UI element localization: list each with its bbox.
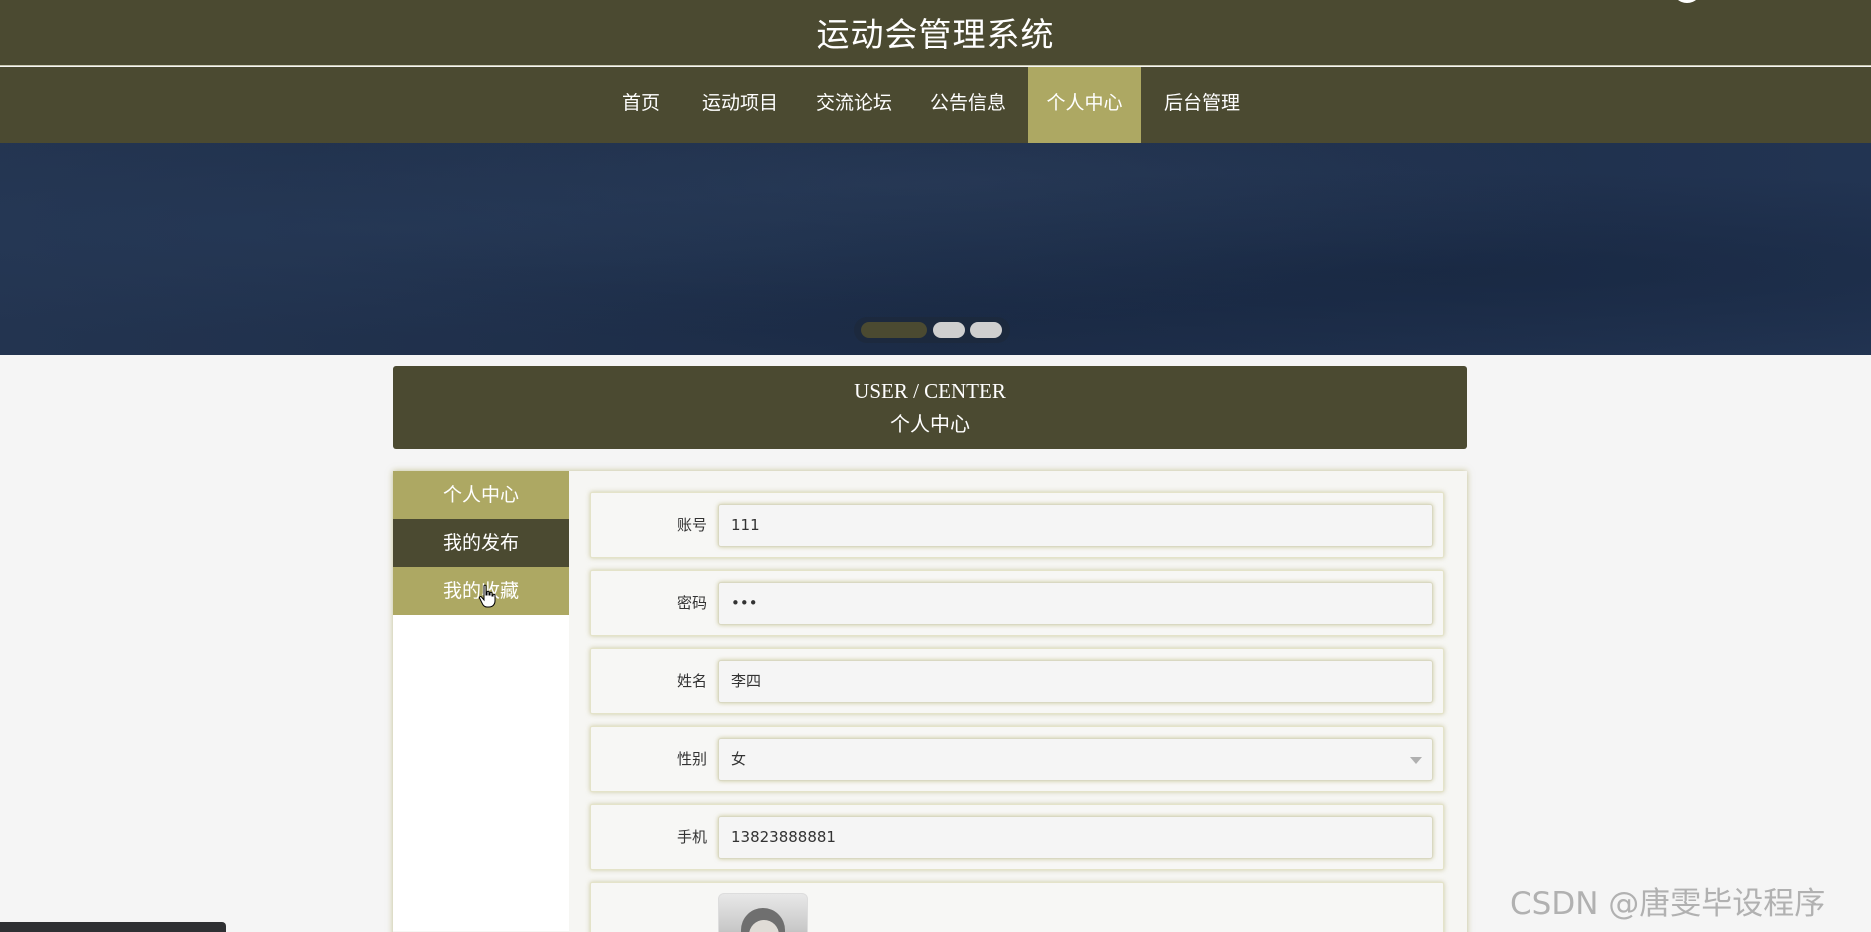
site-header: 运动会管理系统: [0, 0, 1871, 66]
main-nav: 首页 运动项目 交流论坛 公告信息 个人中心 后台管理: [0, 67, 1871, 143]
nav-user-center[interactable]: 个人中心: [1028, 67, 1141, 143]
section-title-box: USER / CENTER 个人中心: [393, 366, 1467, 449]
gender-select-value: 女: [731, 750, 747, 768]
gender-select[interactable]: 女: [718, 738, 1433, 781]
phone-label: 手机: [676, 828, 707, 846]
form-row-phone: 手机 13823888881: [590, 804, 1444, 870]
form-row-name: 姓名 李四: [590, 648, 1444, 714]
section-title-cn: 个人中心: [890, 412, 970, 436]
name-field[interactable]: 李四: [718, 660, 1433, 703]
photo-upload[interactable]: [718, 893, 808, 932]
form-row-password: 密码 •••: [590, 570, 1444, 636]
user-avatar-icon[interactable]: [1672, 0, 1702, 3]
nav-sports-events[interactable]: 运动项目: [697, 67, 783, 143]
nav-admin[interactable]: 后台管理: [1155, 67, 1249, 143]
hand-cursor-icon: [478, 584, 496, 608]
watermark: CSDN @唐雯毕设程序: [1510, 886, 1826, 922]
browser-status-bar: [0, 922, 226, 932]
password-field[interactable]: •••: [718, 582, 1433, 625]
account-label: 账号: [676, 516, 707, 534]
form-row-gender: 性别 女: [590, 726, 1444, 792]
site-title: 运动会管理系统: [816, 15, 1055, 54]
sidebar-item-user-center[interactable]: 个人中心: [393, 471, 569, 519]
sidebar-item-my-posts[interactable]: 我的发布: [393, 519, 569, 567]
carousel-indicators: [854, 317, 1010, 343]
carousel-dot-1[interactable]: [861, 322, 927, 338]
password-label: 密码: [676, 594, 707, 612]
name-label: 姓名: [676, 672, 707, 690]
form-row-photo: [590, 882, 1444, 932]
user-sidebar: 个人中心 我的发布 我的收藏: [393, 471, 569, 931]
phone-field[interactable]: 13823888881: [718, 816, 1433, 859]
nav-home[interactable]: 首页: [605, 67, 677, 143]
form-row-account: 账号 111: [590, 492, 1444, 558]
gender-label: 性别: [676, 750, 707, 768]
nav-announcements[interactable]: 公告信息: [922, 67, 1014, 143]
chevron-down-icon: [1410, 757, 1422, 764]
account-field[interactable]: 111: [718, 504, 1433, 547]
carousel-dot-3[interactable]: [970, 322, 1002, 338]
nav-forum[interactable]: 交流论坛: [809, 67, 899, 143]
carousel-dot-2[interactable]: [933, 322, 965, 338]
section-title-en: USER / CENTER: [854, 379, 1006, 403]
